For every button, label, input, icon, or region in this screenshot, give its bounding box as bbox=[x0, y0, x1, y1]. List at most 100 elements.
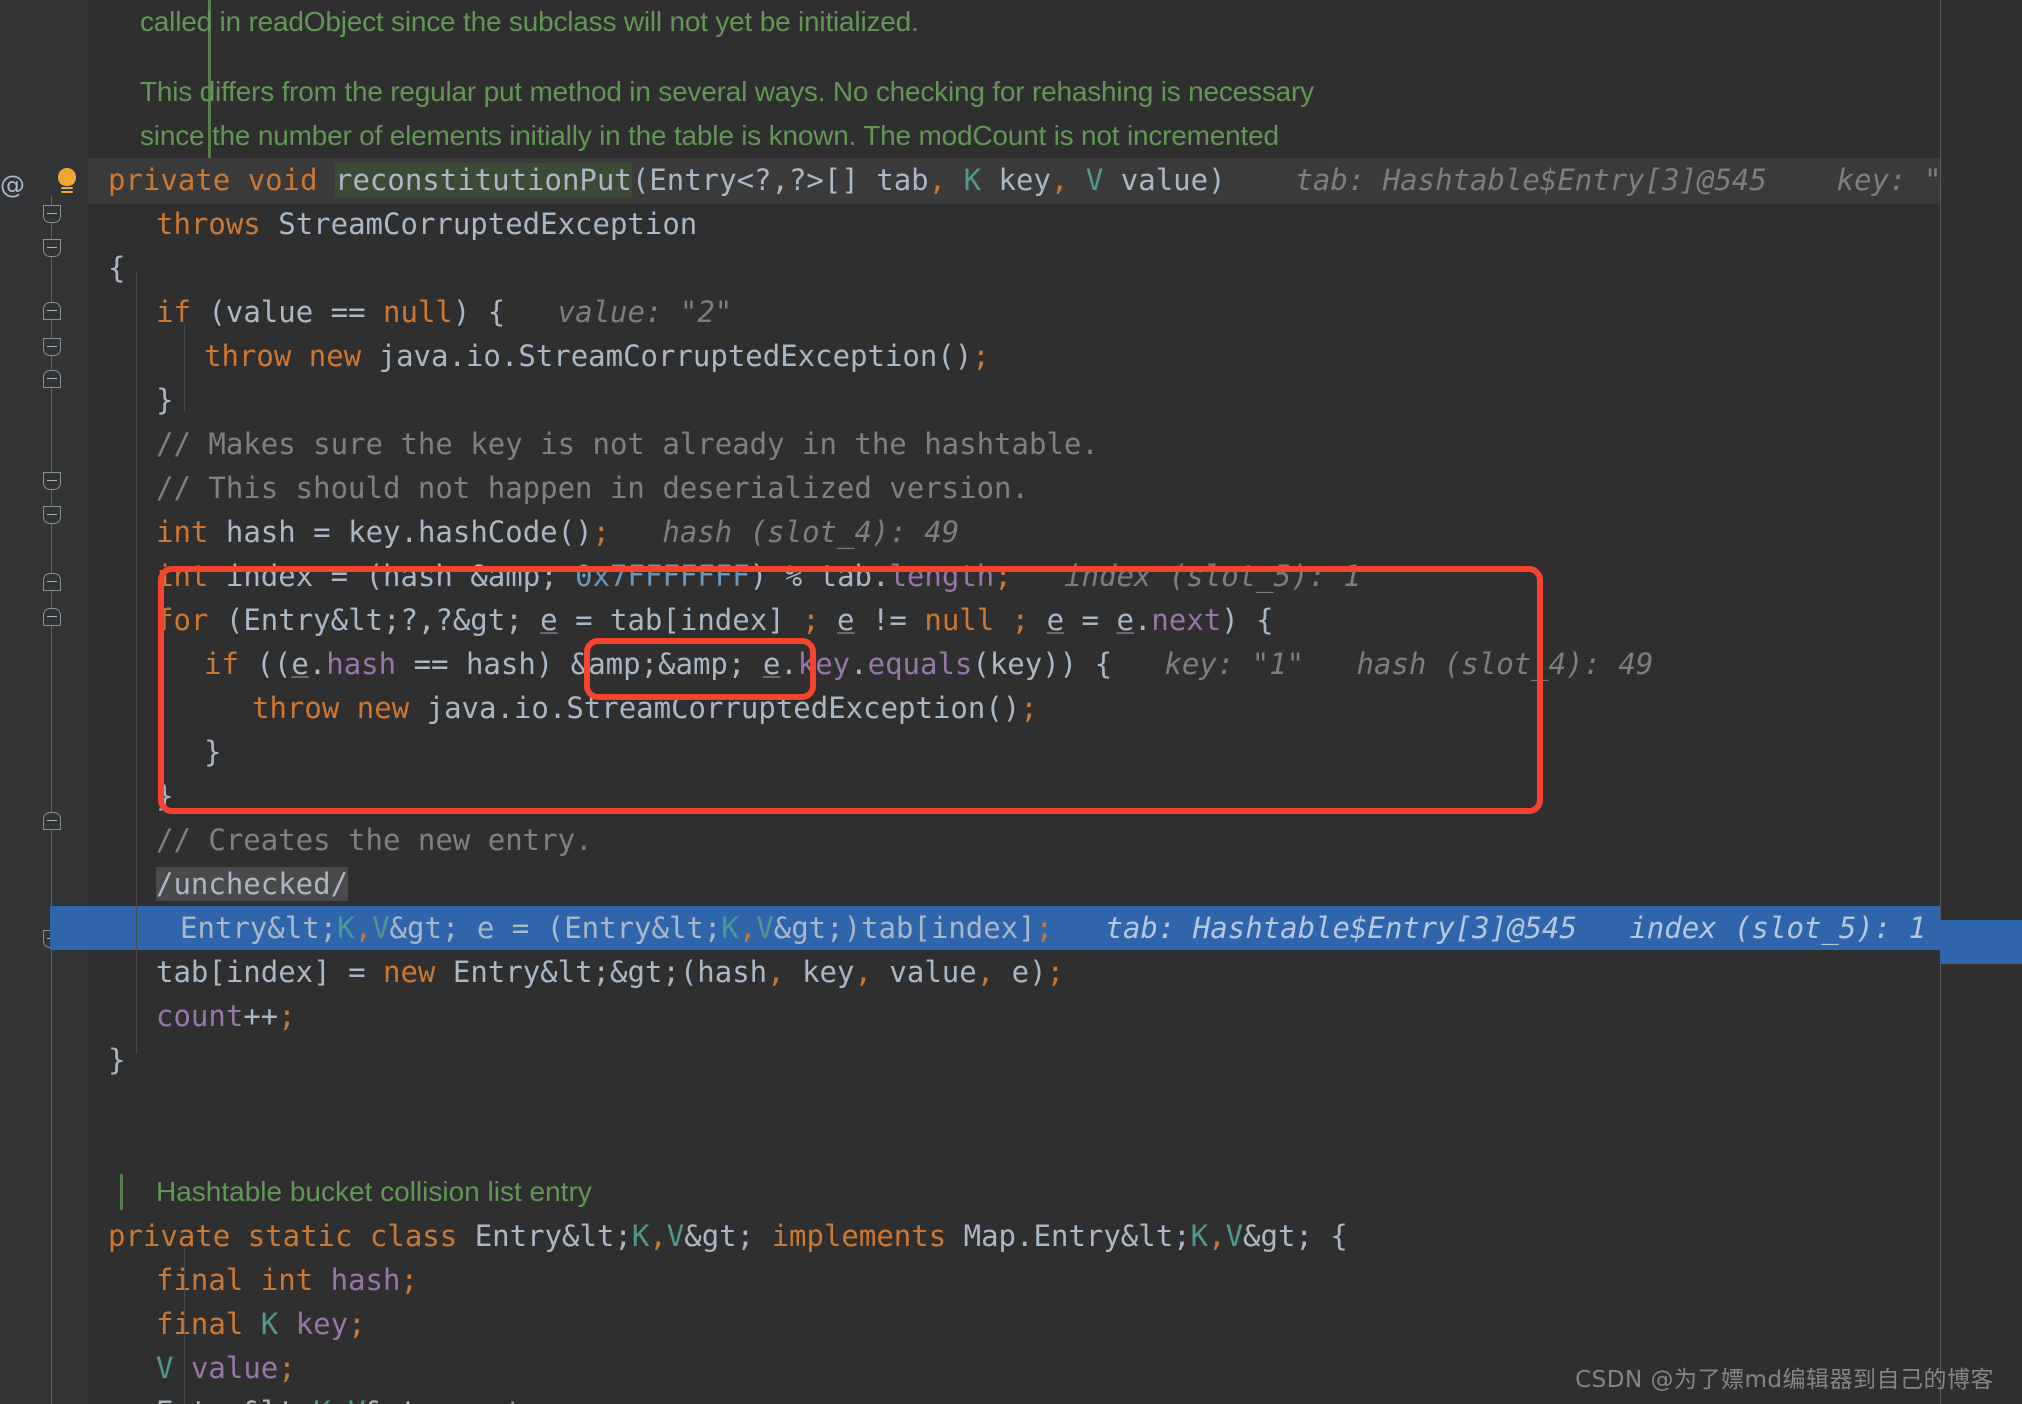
token-identifier: == bbox=[330, 295, 366, 329]
token-keyword: implements bbox=[771, 1219, 947, 1253]
code-line-if-value-null[interactable]: if (value == null) { value: "2" bbox=[156, 290, 732, 334]
right-margin-rail bbox=[1940, 0, 2022, 1404]
fold-marker[interactable] bbox=[43, 205, 61, 223]
code-line-tab-index-new[interactable]: tab[index] = new Entry&lt;&gt;(hash, key… bbox=[156, 950, 1064, 994]
token-punctuation: , bbox=[331, 1395, 348, 1404]
token-identifier: hash bbox=[225, 515, 296, 549]
code-line-open-brace[interactable]: { bbox=[108, 246, 125, 290]
code-line-close-brace[interactable]: } bbox=[156, 378, 173, 422]
fold-marker[interactable] bbox=[43, 338, 61, 356]
code-line-signature[interactable]: private void reconstitutionPut(Entry<?,?… bbox=[108, 158, 2022, 202]
token-number: 0x7FFFFFFF bbox=[575, 559, 750, 593]
javadoc-entry-line: Hashtable bucket collision list entry bbox=[156, 1176, 592, 1207]
token-keyword: final bbox=[156, 1263, 244, 1297]
code-editor-window: @ called in readObject since the subclas… bbox=[0, 0, 2022, 1404]
token-identifier: value bbox=[889, 955, 977, 989]
lightbulb-glass bbox=[58, 168, 76, 186]
code-line-throw-inner[interactable]: throw new java.io.StreamCorruptedExcepti… bbox=[252, 686, 1038, 730]
code-line-field-hash[interactable]: final int hash; bbox=[156, 1258, 418, 1302]
token-identifier: } bbox=[108, 1043, 126, 1077]
token-field: next bbox=[453, 1395, 523, 1404]
token-punctuation: , bbox=[767, 955, 785, 989]
code-line-throws[interactable]: throws StreamCorruptedException bbox=[156, 202, 697, 246]
fold-marker[interactable] bbox=[43, 239, 61, 257]
inline-debug-hint: tab: Hashtable$Entry[3]@545 bbox=[1295, 163, 1767, 197]
code-line-close-brace[interactable]: } bbox=[156, 774, 173, 818]
code-line-close-method[interactable]: } bbox=[108, 1038, 125, 1082]
token-keyword: int bbox=[260, 1263, 314, 1297]
token-identifier: Map.Entry&lt; bbox=[963, 1219, 1191, 1253]
token-type-param: V bbox=[348, 1395, 365, 1404]
javadoc-line: called in readObject since the subclass … bbox=[140, 6, 919, 37]
code-line-field-key[interactable]: final K key; bbox=[156, 1302, 366, 1346]
code-line-comment[interactable]: // This should not happen in deserialize… bbox=[156, 466, 1029, 510]
fold-marker[interactable] bbox=[43, 370, 61, 388]
token-identifier: = bbox=[575, 603, 593, 637]
token-punctuation: , bbox=[738, 911, 757, 945]
code-line-field-next[interactable]: Entry&lt;K,V&gt; next; bbox=[156, 1390, 540, 1404]
code-line-for-loop[interactable]: for (Entry&lt;?,?&gt; e = tab[index] ; e… bbox=[156, 598, 1274, 642]
token-comment: // This should not happen in deserialize… bbox=[156, 471, 1029, 505]
token-identifier: hash bbox=[465, 647, 536, 681]
javadoc-line: This differs from the regular put method… bbox=[140, 76, 1314, 107]
token-identifier: tab. bbox=[819, 559, 890, 593]
token-keyword: int bbox=[156, 559, 209, 593]
fold-marker[interactable] bbox=[43, 812, 61, 830]
token-identifier: (Entry&lt; bbox=[546, 911, 722, 945]
fold-marker[interactable] bbox=[43, 506, 61, 524]
csdn-watermark: CSDN @为了嫖md编辑器到自己的博客 bbox=[1575, 1367, 1994, 1393]
inline-debug-hint: index (slot_5): 1 bbox=[1064, 559, 1361, 593]
code-line-javadoc-entry[interactable]: Hashtable bucket collision list entry bbox=[156, 1170, 592, 1214]
token-keyword: for bbox=[156, 603, 209, 637]
token-punctuation: ; bbox=[278, 999, 296, 1033]
token-field: hash bbox=[326, 647, 397, 681]
token-type-param: K bbox=[260, 1307, 279, 1341]
javadoc-spacer bbox=[88, 44, 1940, 70]
token-identifier: e) bbox=[1011, 955, 1047, 989]
token-identifier: } bbox=[204, 735, 222, 769]
token-identifier: = bbox=[511, 911, 530, 945]
token-identifier: e bbox=[762, 647, 781, 681]
code-line-close-brace[interactable]: } bbox=[204, 730, 221, 774]
editor-gutter[interactable]: @ bbox=[0, 0, 88, 1404]
code-line-throw[interactable]: throw new java.io.StreamCorruptedExcepti… bbox=[204, 334, 990, 378]
code-line-comment[interactable]: // Makes sure the key is not already in … bbox=[156, 422, 1099, 466]
fold-marker[interactable] bbox=[43, 608, 61, 626]
token-identifier: (Entry&lt;?,?&gt; bbox=[225, 603, 523, 637]
code-line-comment[interactable]: // Creates the new entry. bbox=[156, 818, 593, 862]
token-identifier: != bbox=[871, 603, 907, 637]
token-identifier: e bbox=[540, 603, 558, 637]
token-punctuation: , bbox=[976, 955, 995, 989]
lightbulb-icon[interactable] bbox=[53, 168, 81, 198]
token-punctuation: , bbox=[354, 911, 373, 945]
token-identifier: Entry&lt; bbox=[474, 1219, 632, 1253]
fold-marker[interactable] bbox=[43, 302, 61, 320]
token-punctuation: ; bbox=[278, 1351, 296, 1385]
code-line-entry-assign[interactable]: Entry&lt;K,V&gt; e = (Entry&lt;K,V&gt;)t… bbox=[180, 906, 1926, 950]
code-line-if-hash-equals[interactable]: if ((e.hash == hash) &amp;&amp; e.key.eq… bbox=[204, 642, 1653, 686]
token-type-param: K bbox=[337, 911, 355, 945]
code-line-int-index[interactable]: int index = (hash &amp; 0x7FFFFFFF) % ta… bbox=[156, 554, 1361, 598]
fold-marker[interactable] bbox=[43, 472, 61, 490]
token-punctuation: ; bbox=[1035, 911, 1054, 945]
code-line-field-value[interactable]: V value; bbox=[156, 1346, 296, 1390]
javadoc-line: since the number of elements initially i… bbox=[140, 120, 1279, 151]
token-identifier: ) bbox=[1208, 163, 1226, 197]
code-line-int-hash[interactable]: int hash = key.hashCode(); hash (slot_4)… bbox=[156, 510, 959, 554]
token-identifier: java.io.StreamCorruptedException() bbox=[378, 339, 973, 373]
token-type-param: V bbox=[756, 911, 774, 945]
token-identifier: e bbox=[1046, 603, 1065, 637]
token-keyword: throws bbox=[156, 207, 261, 241]
token-identifier: &gt;)tab[index] bbox=[773, 911, 1036, 945]
token-identifier: Entry&lt; bbox=[180, 911, 338, 945]
code-line-entry-class-decl[interactable]: private static class Entry&lt;K,V&gt; im… bbox=[108, 1214, 1348, 1258]
token-identifier: = bbox=[348, 955, 366, 989]
token-keyword: null bbox=[383, 295, 453, 329]
annotation-at-icon[interactable]: @ bbox=[0, 172, 25, 198]
fold-marker[interactable] bbox=[43, 573, 61, 591]
code-line-count-inc[interactable]: count++; bbox=[156, 994, 296, 1038]
token-identifier: ) bbox=[535, 647, 554, 681]
token-identifier: value bbox=[225, 295, 314, 329]
code-line-unchecked[interactable]: /unchecked/ bbox=[156, 862, 349, 906]
token-identifier: index bbox=[225, 559, 314, 593]
